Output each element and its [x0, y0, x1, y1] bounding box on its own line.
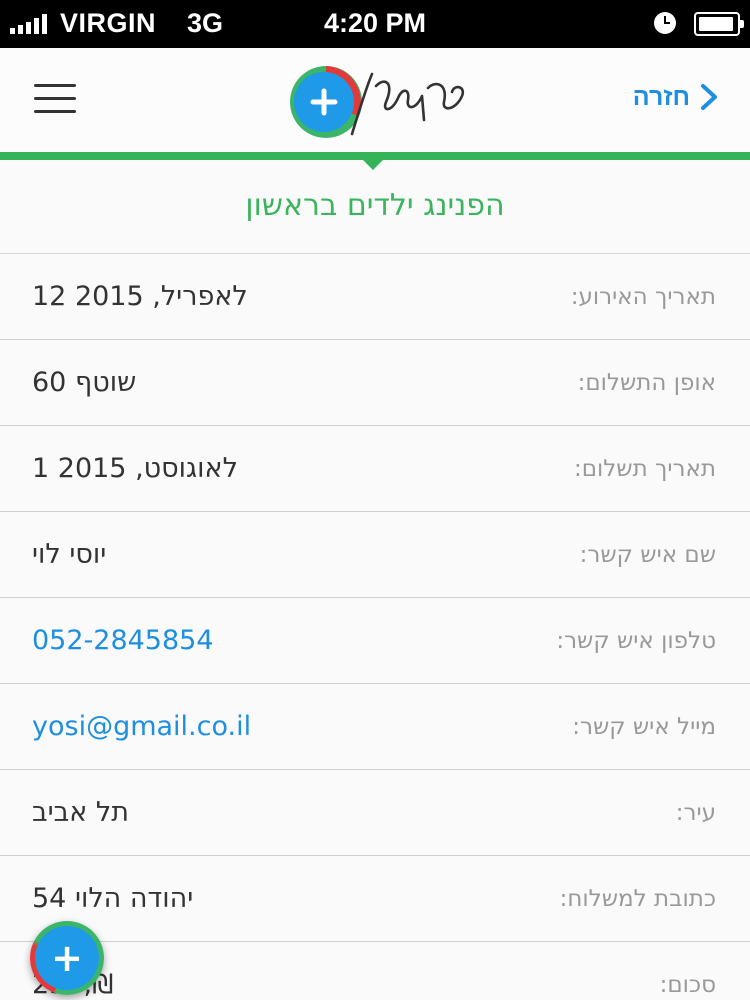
add-button[interactable]: +: [30, 921, 104, 995]
contact-name-label: שם איש קשר:: [579, 542, 716, 568]
status-time: 4:20 PM: [323, 8, 427, 38]
payment-date-label: תאריך תשלום:: [573, 456, 716, 482]
payment-date-value: 1 לאוגוסט, 2015: [32, 453, 238, 484]
shipping-address-value: יהודה הלוי 54: [32, 883, 194, 914]
event-title: הפנינג ילדים בראשון: [245, 188, 505, 223]
detail-row-contact-email: מייל איש קשר: yosi@gmail.co.il: [0, 684, 750, 770]
detail-row-contact-name: שם איש קשר: יוסי לוי: [0, 512, 750, 598]
detail-row-payment-date: תאריך תשלום: 1 לאוגוסט, 2015: [0, 426, 750, 512]
contact-phone-label: טלפון איש קשר:: [556, 628, 716, 654]
app-logo: [290, 66, 465, 138]
event-date-value: 12 לאפריל, 2015: [32, 281, 248, 312]
event-details-list: תאריך האירוע: 12 לאפריל, 2015 אופן התשלו…: [0, 253, 750, 1000]
back-button-label: חזרה: [632, 82, 690, 111]
back-button[interactable]: חזרה: [633, 82, 720, 112]
detail-row-city: עיר: תל אביב: [0, 770, 750, 856]
contact-phone-link[interactable]: 052-2845854: [32, 625, 214, 656]
city-value: תל אביב: [32, 797, 129, 828]
alarm-icon: [654, 12, 676, 34]
detail-row-event-date: תאריך האירוע: 12 לאפריל, 2015: [0, 254, 750, 340]
status-bar: VIRGIN 3G 4:20 PM: [0, 0, 750, 48]
detail-row-payment-method: אופן התשלום: שוטף 60: [0, 340, 750, 426]
shipping-address-label: כתובת למשלוח:: [559, 886, 716, 912]
detail-row-shipping-address: כתובת למשלוח: יהודה הלוי 54: [0, 856, 750, 942]
city-label: עיר:: [675, 800, 716, 826]
contact-name-value: יוסי לוי: [32, 539, 107, 570]
detail-row-amount: סכום: 250,₪: [0, 942, 750, 1000]
amount-label: סכום:: [659, 972, 716, 998]
contact-email-label: מייל איש קשר:: [572, 714, 716, 740]
header-pointer: [362, 159, 384, 170]
contact-email-link[interactable]: yosi@gmail.co.il: [32, 711, 251, 742]
plus-icon: +: [35, 926, 99, 990]
detail-row-contact-phone: טלפון איש קשר: 052-2845854: [0, 598, 750, 684]
app-header: חזרה: [0, 48, 750, 152]
hamburger-menu-icon[interactable]: [34, 84, 76, 116]
payment-method-label: אופן התשלום:: [577, 370, 716, 396]
chevron-right-icon: [701, 84, 717, 110]
event-date-label: תאריך האירוע:: [570, 284, 716, 310]
payment-method-value: שוטף 60: [32, 367, 137, 398]
battery-icon: [694, 12, 744, 36]
